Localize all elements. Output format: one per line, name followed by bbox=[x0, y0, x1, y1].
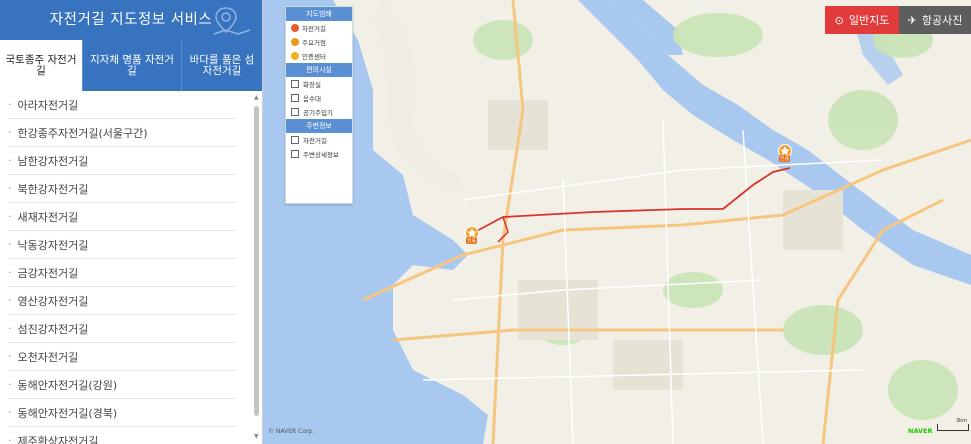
certification-marker[interactable]: 인증 bbox=[778, 143, 792, 163]
satellite-icon: ✈ bbox=[907, 13, 917, 27]
scroll-up-icon[interactable]: ▲ bbox=[254, 94, 259, 101]
checkbox[interactable] bbox=[291, 94, 299, 102]
scale-bar: 3km bbox=[937, 418, 969, 431]
list-item[interactable]: · 금강자전거길 bbox=[8, 259, 236, 287]
bicycle-icon bbox=[291, 24, 299, 32]
legend-row: 주요거점 bbox=[286, 35, 352, 49]
legend-row[interactable]: 공기주입기 bbox=[286, 105, 352, 119]
legend-row[interactable]: 음수대 bbox=[286, 91, 352, 105]
checkbox[interactable] bbox=[291, 108, 299, 116]
legend-row[interactable]: 주변상세정보 bbox=[286, 147, 352, 161]
map-attribution: © NAVER Corp. bbox=[268, 428, 315, 435]
list-item[interactable]: · 낙동강자전거길 bbox=[8, 231, 236, 259]
legend-row: 자전거길 bbox=[286, 21, 352, 35]
bullet-icon: · bbox=[8, 350, 12, 363]
naver-logo: NAVER bbox=[908, 427, 933, 435]
bullet-icon: · bbox=[8, 294, 12, 307]
list-item[interactable]: · 제주환상자전거길 bbox=[8, 427, 236, 444]
category-tabs: 국토종주 자전거길 지자체 명품 자전거길 바다를 품은 섬 자전거길 bbox=[0, 40, 262, 91]
route-list: · 아라자전거길 · 한강종주자전거길(서울구간) · 남한강자전거길 · 북한강자전거… bbox=[0, 91, 252, 444]
tab-national[interactable]: 국토종주 자전거길 bbox=[0, 40, 82, 91]
list-item[interactable]: · 오천자전거길 bbox=[8, 343, 236, 371]
checkbox[interactable] bbox=[291, 150, 299, 158]
list-item[interactable]: · 동해안자전거길(강원) bbox=[8, 371, 236, 399]
normal-map-button[interactable]: ⊙ 일반지도 bbox=[825, 6, 899, 34]
legend-row[interactable]: 자전거길 bbox=[286, 133, 352, 147]
checkbox[interactable] bbox=[291, 136, 299, 144]
list-item[interactable]: · 한강종주자전거길(서울구간) bbox=[8, 119, 236, 147]
list-item[interactable]: · 동해안자전거길(경북) bbox=[8, 399, 236, 427]
sidebar-header: 자전거길 지도정보 서비스 bbox=[0, 0, 262, 40]
bullet-icon: · bbox=[8, 406, 12, 419]
list-item[interactable]: · 섬진강자전거길 bbox=[8, 315, 236, 343]
bullet-icon: · bbox=[8, 126, 12, 139]
landmark-icon bbox=[291, 38, 299, 46]
bullet-icon: · bbox=[8, 266, 12, 279]
legend-header-map: 지도범례 bbox=[286, 7, 352, 21]
scroll-thumb[interactable] bbox=[254, 106, 259, 416]
legend-header-facility: 편의시설 bbox=[286, 63, 352, 77]
bullet-icon: · bbox=[8, 238, 12, 251]
checkbox[interactable] bbox=[291, 80, 299, 88]
list-item[interactable]: · 새재자전거길 bbox=[8, 203, 236, 231]
bullet-icon: · bbox=[8, 210, 12, 223]
list-item[interactable]: · 남한강자전거길 bbox=[8, 147, 236, 175]
legend-row[interactable]: 화장실 bbox=[286, 77, 352, 91]
bullet-icon: · bbox=[8, 98, 12, 111]
map-legend: 지도범례 자전거길 주요거점 인증센터 편의시설 화장실 음수대 공기주입기 주… bbox=[285, 6, 353, 204]
certification-icon bbox=[291, 52, 299, 60]
legend-row: 인증센터 bbox=[286, 49, 352, 63]
certification-marker[interactable]: 인증 bbox=[465, 225, 479, 245]
scroll-down-icon[interactable]: ▼ bbox=[254, 433, 259, 440]
map-pin-icon bbox=[213, 7, 251, 35]
tab-island[interactable]: 바다를 품은 섬 자전거길 bbox=[181, 40, 262, 91]
bullet-icon: · bbox=[8, 378, 12, 391]
list-item[interactable]: · 아라자전거길 bbox=[8, 91, 236, 119]
bullet-icon: · bbox=[8, 182, 12, 195]
bullet-icon: · bbox=[8, 434, 12, 444]
list-item[interactable]: · 북한강자전거길 bbox=[8, 175, 236, 203]
map-graphic bbox=[263, 0, 971, 444]
location-pin-icon: ⊙ bbox=[834, 13, 844, 27]
map-canvas[interactable] bbox=[263, 0, 971, 444]
aerial-photo-button[interactable]: ✈ 항공사진 bbox=[899, 6, 971, 34]
list-item[interactable]: · 영산강자전거길 bbox=[8, 287, 236, 315]
bullet-icon: · bbox=[8, 154, 12, 167]
tab-local[interactable]: 지자체 명품 자전거길 bbox=[82, 40, 181, 91]
bullet-icon: · bbox=[8, 322, 12, 335]
list-scrollbar[interactable]: ▲ ▼ bbox=[254, 94, 260, 440]
legend-header-info: 주변정보 bbox=[286, 119, 352, 133]
sidebar: 자전거길 지도정보 서비스 국토종주 자전거길 지자체 명품 자전거길 바다를 … bbox=[0, 0, 263, 444]
